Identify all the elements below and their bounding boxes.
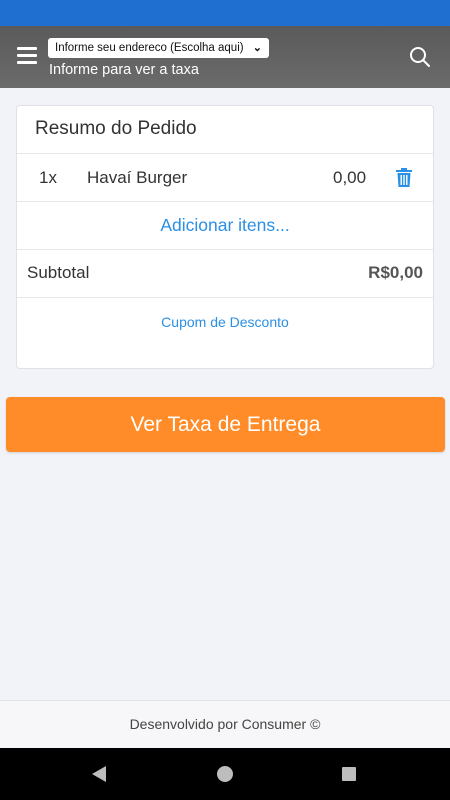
trash-icon[interactable] [396,168,412,187]
address-select-label: Informe seu endereco (Escolha aqui) [55,42,244,54]
back-icon[interactable] [91,765,107,783]
menu-icon[interactable] [17,47,37,65]
footer: Desenvolvido por Consumer © [0,700,450,748]
subtotal-value: R$0,00 [368,263,423,282]
address-select[interactable]: Informe seu endereco (Escolha aqui) ⌄ [48,38,269,58]
delivery-fee-button[interactable]: Ver Taxa de Entrega [6,397,445,452]
footer-credit: Desenvolvido por Consumer © [129,716,321,732]
item-name: Havaí Burger [87,168,188,187]
add-items-link[interactable]: Adicionar itens... [17,215,433,236]
divider [17,201,433,202]
home-icon[interactable] [217,766,233,782]
address-subtitle: Informe para ver a taxa [49,62,199,78]
status-bar [0,0,450,26]
coupon-link[interactable]: Cupom de Desconto [17,314,433,330]
recents-icon[interactable] [342,767,356,781]
android-nav-bar [0,748,450,800]
divider [17,249,433,250]
item-price: 0,00 [333,168,367,187]
search-icon[interactable] [409,46,431,68]
divider [17,153,433,154]
subtotal-label: Subtotal [27,263,90,282]
order-summary-title: Resumo do Pedido [35,118,197,139]
divider [17,297,433,298]
chevron-down-icon: ⌄ [252,42,262,54]
app-header: Informe seu endereco (Escolha aqui) ⌄ In… [0,26,450,88]
item-quantity: 1x [39,168,57,187]
order-summary-card: Resumo do Pedido 1x Havaí Burger 0,00 Ad… [16,105,434,369]
